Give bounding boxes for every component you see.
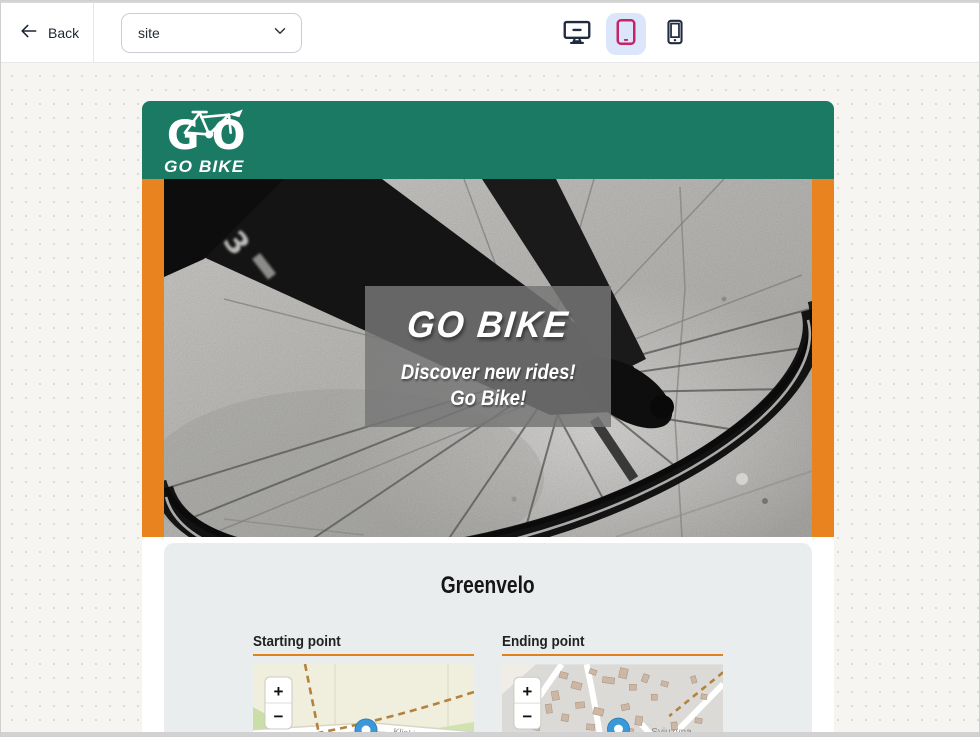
mobile-preview-button[interactable] xyxy=(655,13,695,55)
back-label: Back xyxy=(48,25,79,41)
site-preview-frame: G O xyxy=(142,101,834,733)
mobile-icon xyxy=(661,18,689,51)
hero-left-accent xyxy=(142,179,164,537)
site-select-value: site xyxy=(138,25,160,41)
map-zoom-control: + − xyxy=(514,677,541,729)
site-header: G O xyxy=(142,101,834,179)
ending-point-heading: Ending point xyxy=(502,633,723,656)
hero-right-accent xyxy=(812,179,834,537)
hero-subtitle-line1: Discover new rides! xyxy=(401,360,576,386)
go-bike-logo[interactable]: G O xyxy=(164,106,264,177)
zoom-out-button[interactable]: − xyxy=(274,707,284,726)
hero-photo-bike-wheel: 3 GO BIKE Discover new rides! Go Bike! xyxy=(164,179,812,537)
ending-point-map[interactable]: Svjuzyna + − xyxy=(502,664,723,733)
window-bottom-scrollbar[interactable] xyxy=(1,732,979,736)
preview-canvas: G O xyxy=(1,63,979,733)
maps-row: Starting point xyxy=(164,633,812,733)
hero-section: 3 GO BIKE Discover new rides! Go Bike! xyxy=(142,179,834,537)
toolbar: Back site xyxy=(1,1,979,63)
device-preview-switcher xyxy=(557,3,695,65)
starting-point-map[interactable]: Klinkier + − xyxy=(253,664,474,733)
hero-subtitle: Discover new rides! Go Bike! xyxy=(401,360,576,413)
back-button[interactable]: Back xyxy=(1,3,94,62)
map-zoom-control: + − xyxy=(265,677,292,729)
hero-subtitle-line2: Go Bike! xyxy=(401,386,576,412)
tablet-preview-button[interactable] xyxy=(606,13,646,55)
site-body: Greenvelo Starting point xyxy=(142,537,834,733)
starting-point-column: Starting point xyxy=(253,633,474,733)
hero-overlay-box: GO BIKE Discover new rides! Go Bike! xyxy=(365,286,611,427)
tablet-icon xyxy=(611,17,641,52)
logo-text: GO BIKE xyxy=(164,157,266,177)
zoom-in-button[interactable]: + xyxy=(522,682,532,701)
zoom-in-button[interactable]: + xyxy=(274,682,284,701)
desktop-icon xyxy=(562,17,592,52)
site-select-dropdown[interactable]: site xyxy=(121,13,302,53)
zoom-out-button[interactable]: − xyxy=(522,707,532,726)
chevron-down-icon xyxy=(271,22,289,43)
content-card: Greenvelo Starting point xyxy=(164,543,812,733)
section-title: Greenvelo xyxy=(164,572,812,600)
ending-point-column: Ending point xyxy=(502,633,723,733)
hero-title: GO BIKE xyxy=(405,304,571,346)
starting-point-heading: Starting point xyxy=(253,633,474,656)
back-arrow-icon xyxy=(19,23,38,42)
desktop-preview-button[interactable] xyxy=(557,13,597,55)
